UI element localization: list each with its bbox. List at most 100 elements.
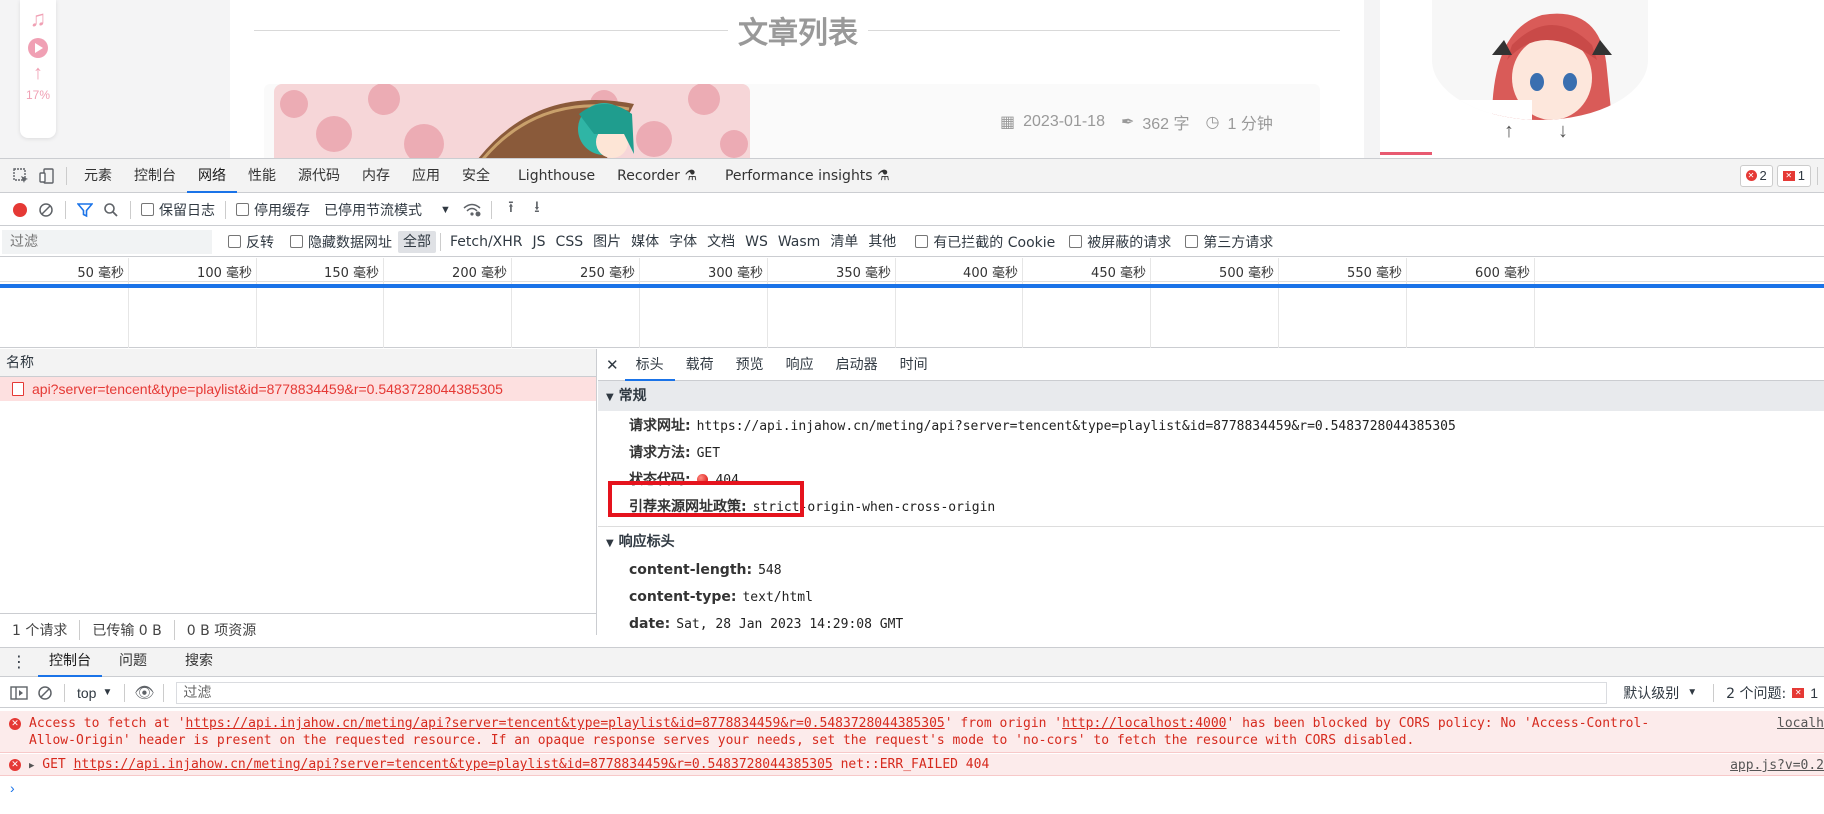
filter-type-media[interactable]: 媒体 [626, 231, 664, 253]
tab-memory[interactable]: 内存 [351, 159, 401, 193]
search-button[interactable] [98, 197, 124, 223]
tab-initiator[interactable]: 启动器 [825, 349, 889, 381]
log-level-select[interactable]: 默认级别 ▼ [1613, 683, 1707, 703]
response-headers-section-header[interactable]: ▼ 响应标头 [598, 526, 1824, 556]
table-row[interactable]: api?server=tencent&type=playlist&id=8778… [0, 377, 596, 401]
export-har-button[interactable]: ⭳ [524, 197, 550, 223]
tab-response[interactable]: 响应 [775, 349, 825, 381]
wifi-settings-icon [463, 203, 481, 216]
general-section-header[interactable]: ▼ 常规 [598, 381, 1824, 411]
issues-counter[interactable]: 2 个问题: ✕ 1 [1720, 683, 1824, 703]
disable-cache-checkbox[interactable]: 停用缓存 [236, 200, 310, 220]
checkbox-box[interactable] [290, 235, 303, 248]
tab-payload[interactable]: 载荷 [675, 349, 725, 381]
tab-performance[interactable]: 性能 [237, 159, 287, 193]
tab-lighthouse[interactable]: Lighthouse [507, 159, 606, 193]
request-url-link[interactable]: https://api.injahow.cn/meting/api?server… [186, 716, 945, 731]
checkbox-box[interactable] [1069, 235, 1083, 248]
tab-elements[interactable]: 元素 [73, 159, 123, 193]
filter-type-fetch-xhr[interactable]: Fetch/XHR [445, 231, 528, 253]
drawer-tab-console[interactable]: 控制台 [38, 647, 102, 677]
post-date: 2023-01-18 [1023, 113, 1105, 130]
tab-preview[interactable]: 预览 [725, 349, 775, 381]
calendar-icon: ▦ [1000, 114, 1016, 131]
request-url-link[interactable]: https://api.injahow.cn/meting/api?server… [74, 757, 833, 772]
console-prompt[interactable]: › [0, 777, 1824, 799]
more-vert-icon[interactable]: ⋮ [0, 652, 38, 672]
hide-data-urls-checkbox[interactable]: 隐藏数据网址 [290, 232, 392, 252]
throttle-select[interactable]: 已停用节流模式 ▼ [324, 200, 451, 220]
tab-console[interactable]: 控制台 [123, 159, 187, 193]
live-expression-button[interactable]: 👁 [131, 680, 157, 706]
tab-timing[interactable]: 时间 [889, 349, 939, 381]
message-source-link[interactable]: localh [1777, 715, 1824, 732]
record-button[interactable] [7, 197, 33, 223]
disable-cache-label: 停用缓存 [254, 202, 310, 219]
filter-type-manifest[interactable]: 清单 [825, 231, 863, 253]
origin-link[interactable]: http://localhost:4000 [1062, 716, 1226, 731]
timeline-gridline [511, 258, 512, 348]
issue-count-badge[interactable]: ✕ 1 [1776, 164, 1811, 187]
error-count-badge[interactable]: ✕ 2 [1739, 164, 1773, 187]
music-note-icon[interactable]: ♫ [30, 6, 47, 32]
checkbox-box[interactable] [915, 235, 929, 248]
preserve-log-checkbox[interactable]: 保留日志 [141, 200, 215, 220]
arrow-down-icon[interactable]: ↓ [1558, 120, 1568, 143]
tab-network[interactable]: 网络 [187, 159, 237, 193]
clear-button[interactable] [33, 197, 59, 223]
network-overview-timeline[interactable]: 50 毫秒 100 毫秒 150 毫秒 200 毫秒 250 毫秒 300 毫秒 350 毫… [0, 258, 1824, 348]
blocked-cookies-checkbox[interactable]: 有已拦截的 Cookie [915, 232, 1055, 252]
filter-type-wasm[interactable]: Wasm [773, 231, 825, 253]
post-cover-image[interactable] [274, 84, 750, 158]
checkbox-box[interactable] [236, 203, 249, 216]
context-select[interactable]: top ▼ [71, 685, 118, 701]
tab-sources[interactable]: 源代码 [287, 159, 351, 193]
tab-application[interactable]: 应用 [401, 159, 451, 193]
play-icon[interactable] [28, 38, 48, 58]
filter-type-doc[interactable]: 文档 [702, 231, 740, 253]
invert-checkbox[interactable]: 反转 [228, 232, 274, 252]
filter-type-all[interactable]: 全部 [398, 230, 436, 253]
clear-console-button[interactable] [32, 680, 58, 706]
tab-headers[interactable]: 标头 [624, 349, 675, 381]
inspect-element-icon[interactable] [8, 163, 34, 189]
tab-recorder[interactable]: Recorder ⚗ [606, 159, 708, 193]
filter-button[interactable] [72, 197, 98, 223]
close-icon[interactable]: ✕ [606, 356, 619, 374]
filter-type-img[interactable]: 图片 [588, 231, 626, 253]
network-filter-input[interactable] [2, 229, 212, 254]
checkbox-box[interactable] [141, 203, 154, 216]
name-column-header[interactable]: 名称 [0, 349, 596, 377]
filter-type-css[interactable]: CSS [551, 231, 589, 253]
clear-icon [39, 202, 53, 217]
third-party-checkbox[interactable]: 第三方请求 [1185, 232, 1273, 252]
filter-type-js[interactable]: JS [528, 231, 551, 253]
clear-icon [38, 685, 52, 700]
message-source-link[interactable]: app.js?v=0.2 [1730, 757, 1824, 774]
checkbox-box[interactable] [1185, 235, 1199, 248]
tab-performance-insights[interactable]: Performance insights ⚗ [714, 159, 901, 193]
download-icon: ⭳ [534, 199, 540, 216]
console-message-line: ▶ GET https://api.injahow.cn/meting/api?… [29, 756, 1684, 775]
expand-triangle-icon[interactable]: ▶ [29, 761, 34, 771]
filter-type-other[interactable]: 其他 [863, 231, 901, 253]
drawer-tab-search[interactable]: 搜索 [174, 647, 224, 677]
console-filter-input[interactable]: 过滤 [176, 681, 1608, 704]
import-har-button[interactable]: ⭱ [498, 197, 524, 223]
blocked-requests-checkbox[interactable]: 被屏蔽的请求 [1069, 232, 1171, 252]
request-url-row: 请求网址: https://api.injahow.cn/meting/api?s… [598, 412, 1824, 439]
filter-type-ws[interactable]: WS [740, 231, 773, 253]
network-conditions-button[interactable] [459, 197, 485, 223]
devtools-main-tabs: 元素 控制台 网络 性能 源代码 内存 应用 安全 Lighthouse Rec… [0, 159, 1824, 193]
avatar [1432, 0, 1648, 120]
arrow-up-icon[interactable]: ↑ [1504, 120, 1514, 143]
tab-security[interactable]: 安全 [451, 159, 501, 193]
progress-indicator [1380, 152, 1432, 155]
drawer-tab-issues[interactable]: 问题 [108, 647, 158, 677]
sidebar-toggle-button[interactable] [6, 680, 32, 706]
device-toolbar-icon[interactable] [34, 163, 60, 189]
file-icon [12, 382, 24, 396]
arrow-up-icon[interactable]: ↑ [33, 63, 43, 83]
filter-type-font[interactable]: 字体 [664, 231, 702, 253]
checkbox-box[interactable] [228, 235, 241, 248]
